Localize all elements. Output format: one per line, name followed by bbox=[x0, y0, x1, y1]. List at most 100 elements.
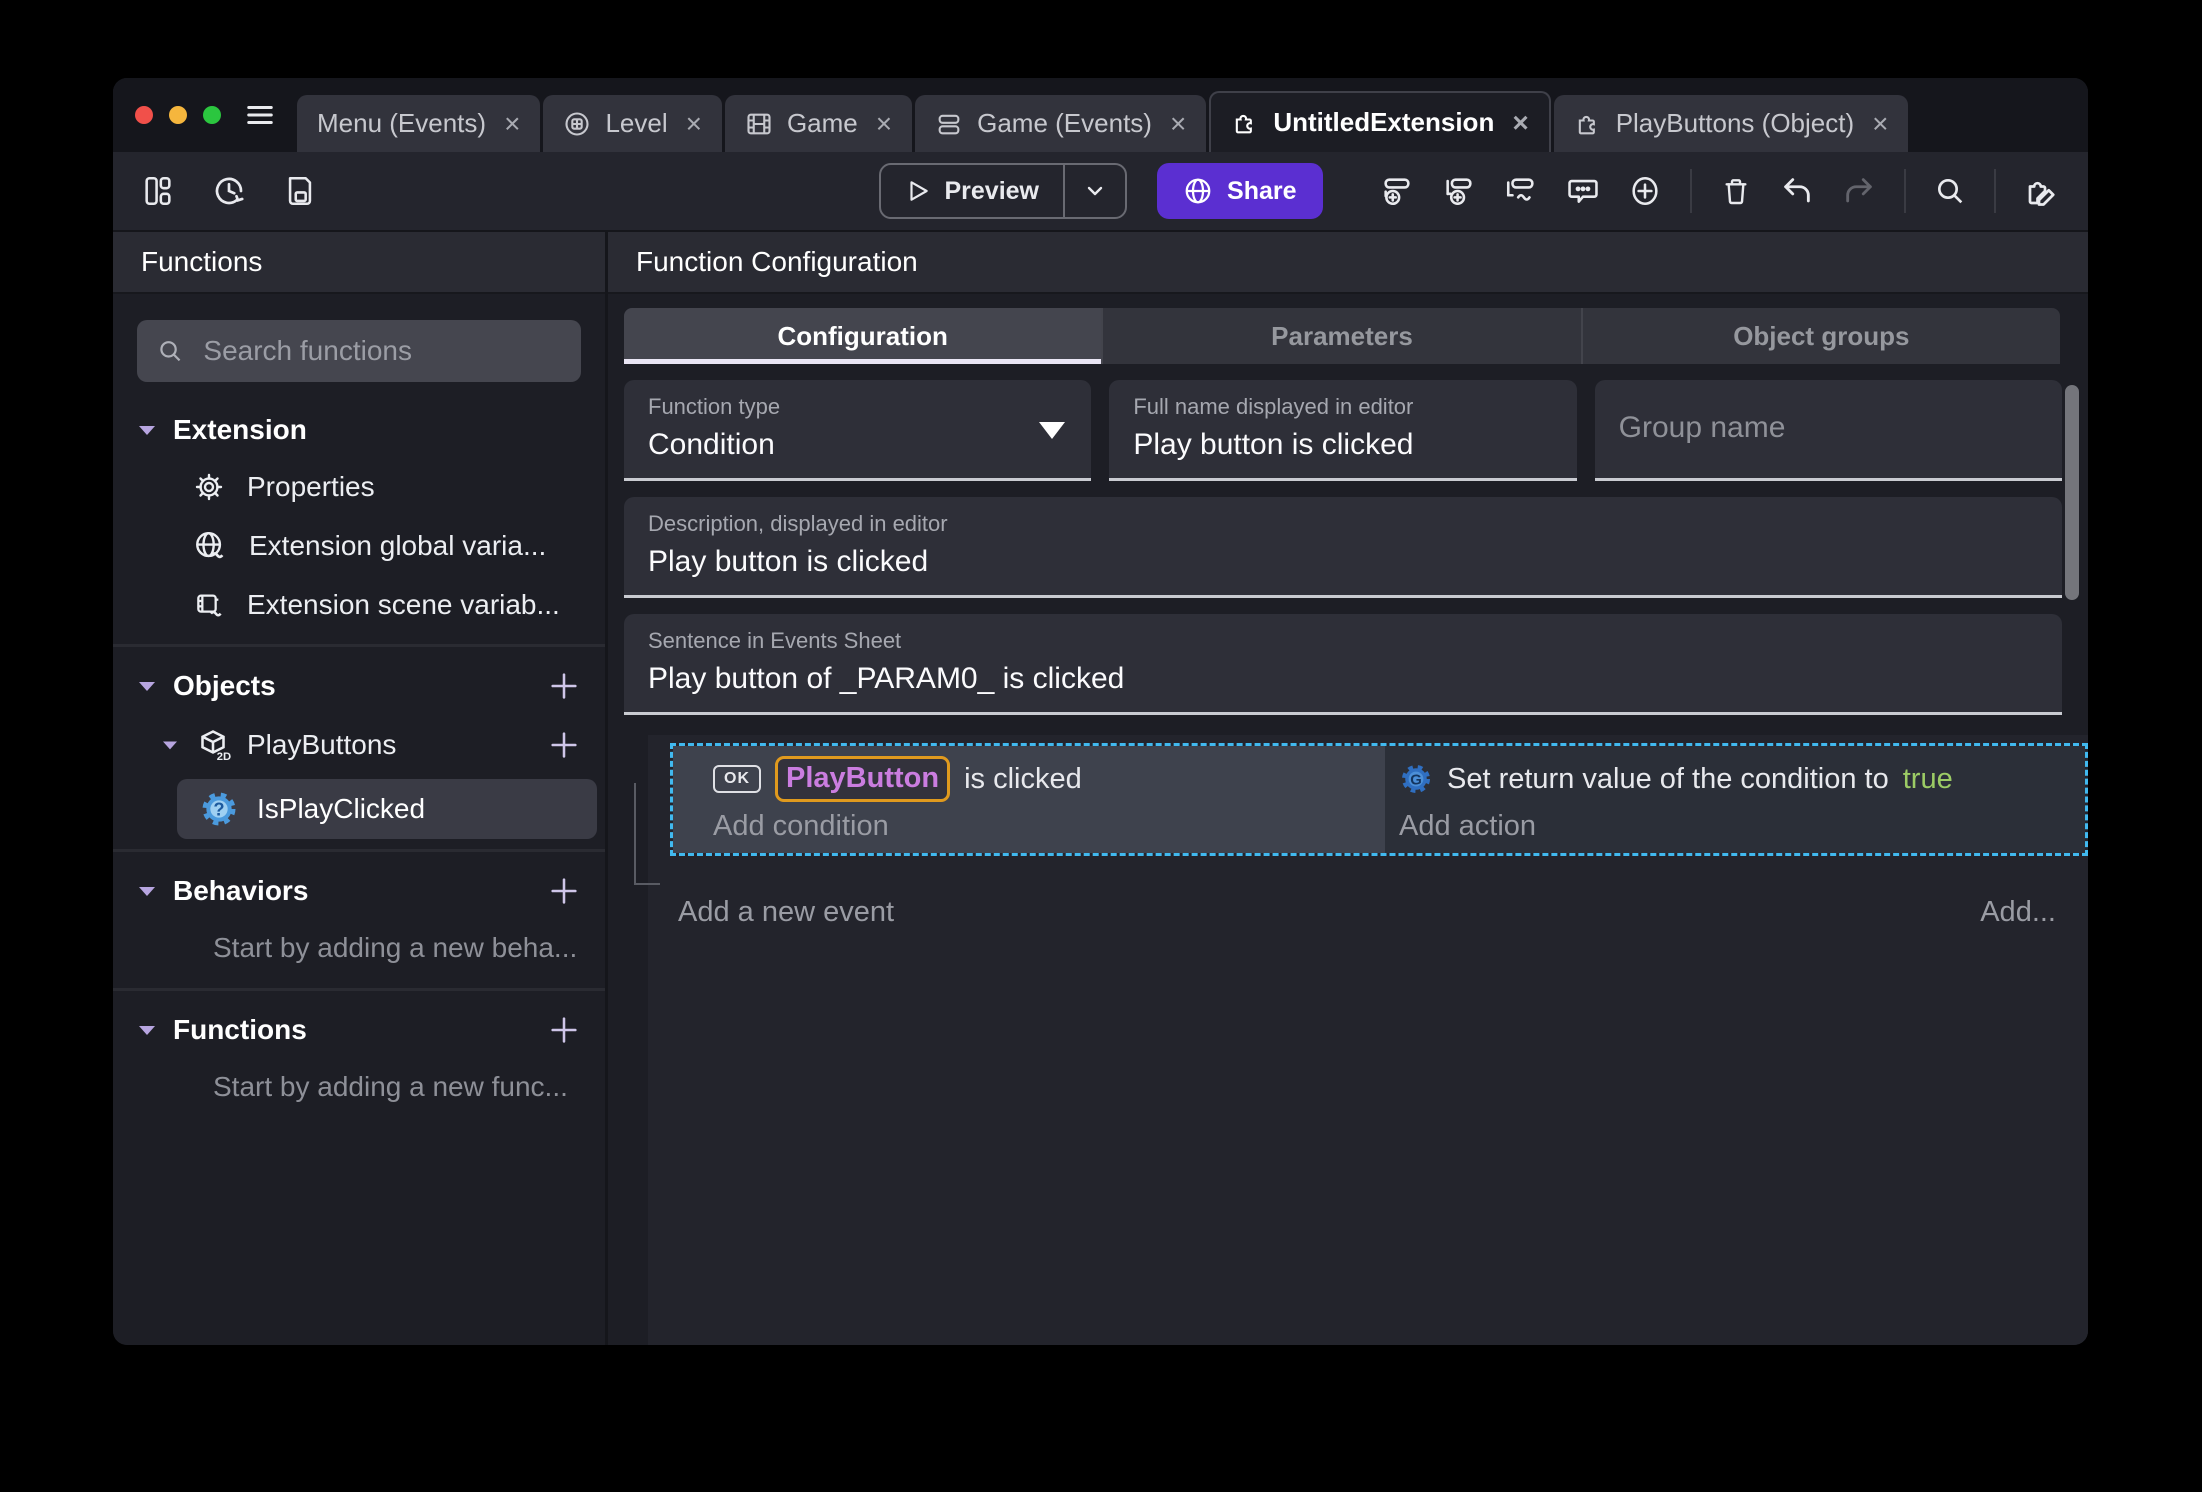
condition-gear-icon: ? bbox=[202, 792, 236, 826]
window-close-button[interactable] bbox=[135, 106, 153, 124]
close-icon[interactable]: × bbox=[1512, 108, 1528, 137]
toolbar-right bbox=[1323, 169, 2061, 213]
configuration-form: Function type Condition Full name displa… bbox=[608, 364, 2088, 729]
add-behavior-button[interactable] bbox=[547, 874, 581, 908]
sentence-field[interactable]: Sentence in Events Sheet Play button of … bbox=[624, 614, 2062, 715]
ok-button-icon: OK bbox=[713, 765, 761, 793]
undo-button[interactable] bbox=[1780, 174, 1814, 208]
puzzle-icon bbox=[1236, 114, 1253, 133]
sidebar-item-global-variables[interactable]: Extension global varia... bbox=[113, 516, 605, 576]
save-button[interactable] bbox=[283, 174, 317, 208]
window-controls bbox=[135, 106, 221, 124]
group-name-field[interactable]: Group name bbox=[1594, 380, 2062, 481]
tab-game-events[interactable]: Game (Events) × bbox=[915, 95, 1207, 152]
add-event-icon bbox=[1384, 178, 1410, 206]
undo-icon bbox=[1784, 178, 1810, 203]
tab-label: Menu (Events) bbox=[317, 108, 487, 138]
add-object-button[interactable] bbox=[547, 669, 581, 703]
vertical-scrollbar-thumb[interactable] bbox=[2065, 385, 2079, 600]
full-name-field[interactable]: Full name displayed in editor Play butto… bbox=[1109, 380, 1577, 481]
film-icon bbox=[747, 113, 771, 134]
svg-text:?: ? bbox=[213, 799, 224, 820]
tab-level[interactable]: Level × bbox=[543, 95, 722, 152]
tab-menu-events[interactable]: Menu (Events) × bbox=[297, 95, 541, 152]
tab-untitled-extension[interactable]: UntitledExtension × bbox=[1209, 91, 1551, 152]
tab-object-groups[interactable]: Object groups bbox=[1580, 308, 2060, 364]
redo-button[interactable] bbox=[1842, 174, 1876, 208]
tab-label: Game bbox=[786, 108, 858, 138]
preview-button-main[interactable]: Preview bbox=[881, 177, 1064, 206]
add-subevent-icon bbox=[1446, 178, 1472, 206]
tree-item-playbuttons[interactable]: 2D PlayButtons bbox=[113, 715, 605, 775]
section-extension[interactable]: Extension bbox=[113, 402, 605, 458]
sidebar-item-properties[interactable]: Properties bbox=[113, 458, 605, 516]
close-icon[interactable]: × bbox=[1872, 109, 1888, 138]
comment-icon bbox=[1568, 179, 1598, 203]
object-chip[interactable]: PlayButton bbox=[775, 756, 951, 802]
triangle-down-icon bbox=[139, 426, 155, 435]
play-icon bbox=[909, 181, 928, 201]
add-subevent-button[interactable] bbox=[1442, 174, 1476, 208]
preview-options-button[interactable] bbox=[1065, 179, 1125, 203]
section-functions[interactable]: Functions bbox=[113, 1001, 605, 1059]
close-icon[interactable]: × bbox=[876, 109, 892, 138]
puzzle-icon bbox=[1578, 115, 1595, 134]
toolbar-divider bbox=[1994, 169, 1996, 213]
tab-label: Configuration bbox=[777, 320, 948, 351]
section-behaviors-label: Behaviors bbox=[173, 875, 309, 906]
add-condition-link[interactable]: Add condition bbox=[713, 810, 1375, 843]
delete-button[interactable] bbox=[1720, 174, 1752, 208]
field-value: Play button is clicked bbox=[648, 545, 929, 578]
function-type-select[interactable]: Function type Condition bbox=[624, 380, 1092, 481]
add-event-button[interactable] bbox=[1380, 174, 1414, 208]
description-field[interactable]: Description, displayed in editor Play bu… bbox=[624, 497, 2062, 598]
window-minimize-button[interactable] bbox=[169, 106, 187, 124]
scene-variable-icon bbox=[197, 594, 222, 617]
close-icon[interactable]: × bbox=[686, 109, 702, 138]
tree-item-label: IsPlayClicked bbox=[257, 793, 426, 824]
add-comment-button[interactable] bbox=[1566, 174, 1600, 208]
close-icon[interactable]: × bbox=[1170, 109, 1186, 138]
gdevelop-gear-icon: G bbox=[1401, 764, 1431, 794]
toggle-panels-button[interactable] bbox=[141, 174, 175, 208]
add-function-button[interactable] bbox=[547, 1013, 581, 1047]
event-row[interactable]: OK PlayButton is clicked Add condition G… bbox=[670, 743, 2088, 856]
tab-parameters[interactable]: Parameters bbox=[1101, 308, 1581, 364]
search-input[interactable] bbox=[201, 334, 561, 368]
history-button[interactable] bbox=[211, 173, 247, 209]
field-label: Description, displayed in editor bbox=[648, 511, 948, 536]
add-other-event-button[interactable] bbox=[1504, 174, 1538, 208]
search-box[interactable] bbox=[137, 320, 581, 382]
triangle-down-icon bbox=[139, 682, 155, 691]
tree-item-isplayclicked[interactable]: ? IsPlayClicked bbox=[177, 779, 597, 839]
triangle-down-icon bbox=[139, 887, 155, 896]
add-new-event-link[interactable]: Add a new event bbox=[678, 896, 894, 929]
divider bbox=[113, 644, 605, 647]
puzzle-edit-icon bbox=[2028, 181, 2055, 206]
search-button[interactable] bbox=[1934, 175, 1966, 207]
action-instruction[interactable]: G Set return value of the condition to t… bbox=[1399, 754, 2061, 804]
add-element-button[interactable] bbox=[1628, 174, 1662, 208]
window-zoom-button[interactable] bbox=[203, 106, 221, 124]
fields-row: Function type Condition Full name displa… bbox=[624, 380, 2062, 481]
tab-game[interactable]: Game × bbox=[724, 95, 913, 152]
add-object-function-button[interactable] bbox=[547, 728, 581, 762]
field-value: Play button is clicked bbox=[1133, 428, 1414, 461]
edit-extension-button[interactable] bbox=[2024, 173, 2060, 209]
functions-empty-hint: Start by adding a new func... bbox=[213, 1071, 568, 1102]
tab-playbuttons-object[interactable]: PlayButtons (Object) × bbox=[1553, 95, 1909, 152]
share-button[interactable]: Share bbox=[1157, 163, 1323, 219]
section-objects[interactable]: Objects bbox=[113, 657, 605, 715]
condition-instruction[interactable]: OK PlayButton is clicked bbox=[713, 754, 1375, 804]
event-conditions: OK PlayButton is clicked Add condition bbox=[673, 746, 1385, 853]
sidebar-item-scene-variables[interactable]: Extension scene variab... bbox=[113, 576, 605, 634]
tab-label: Game (Events) bbox=[977, 108, 1152, 138]
add-button[interactable]: Add... bbox=[1980, 896, 2056, 929]
main-menu-button[interactable] bbox=[243, 100, 277, 130]
tab-configuration[interactable]: Configuration bbox=[624, 308, 1102, 364]
add-action-link[interactable]: Add action bbox=[1399, 810, 2061, 843]
close-icon[interactable]: × bbox=[504, 109, 520, 138]
preview-button[interactable]: Preview bbox=[878, 163, 1128, 219]
section-behaviors[interactable]: Behaviors bbox=[113, 862, 605, 920]
functions-tree: Extension Properties Extension global va… bbox=[113, 394, 605, 1117]
